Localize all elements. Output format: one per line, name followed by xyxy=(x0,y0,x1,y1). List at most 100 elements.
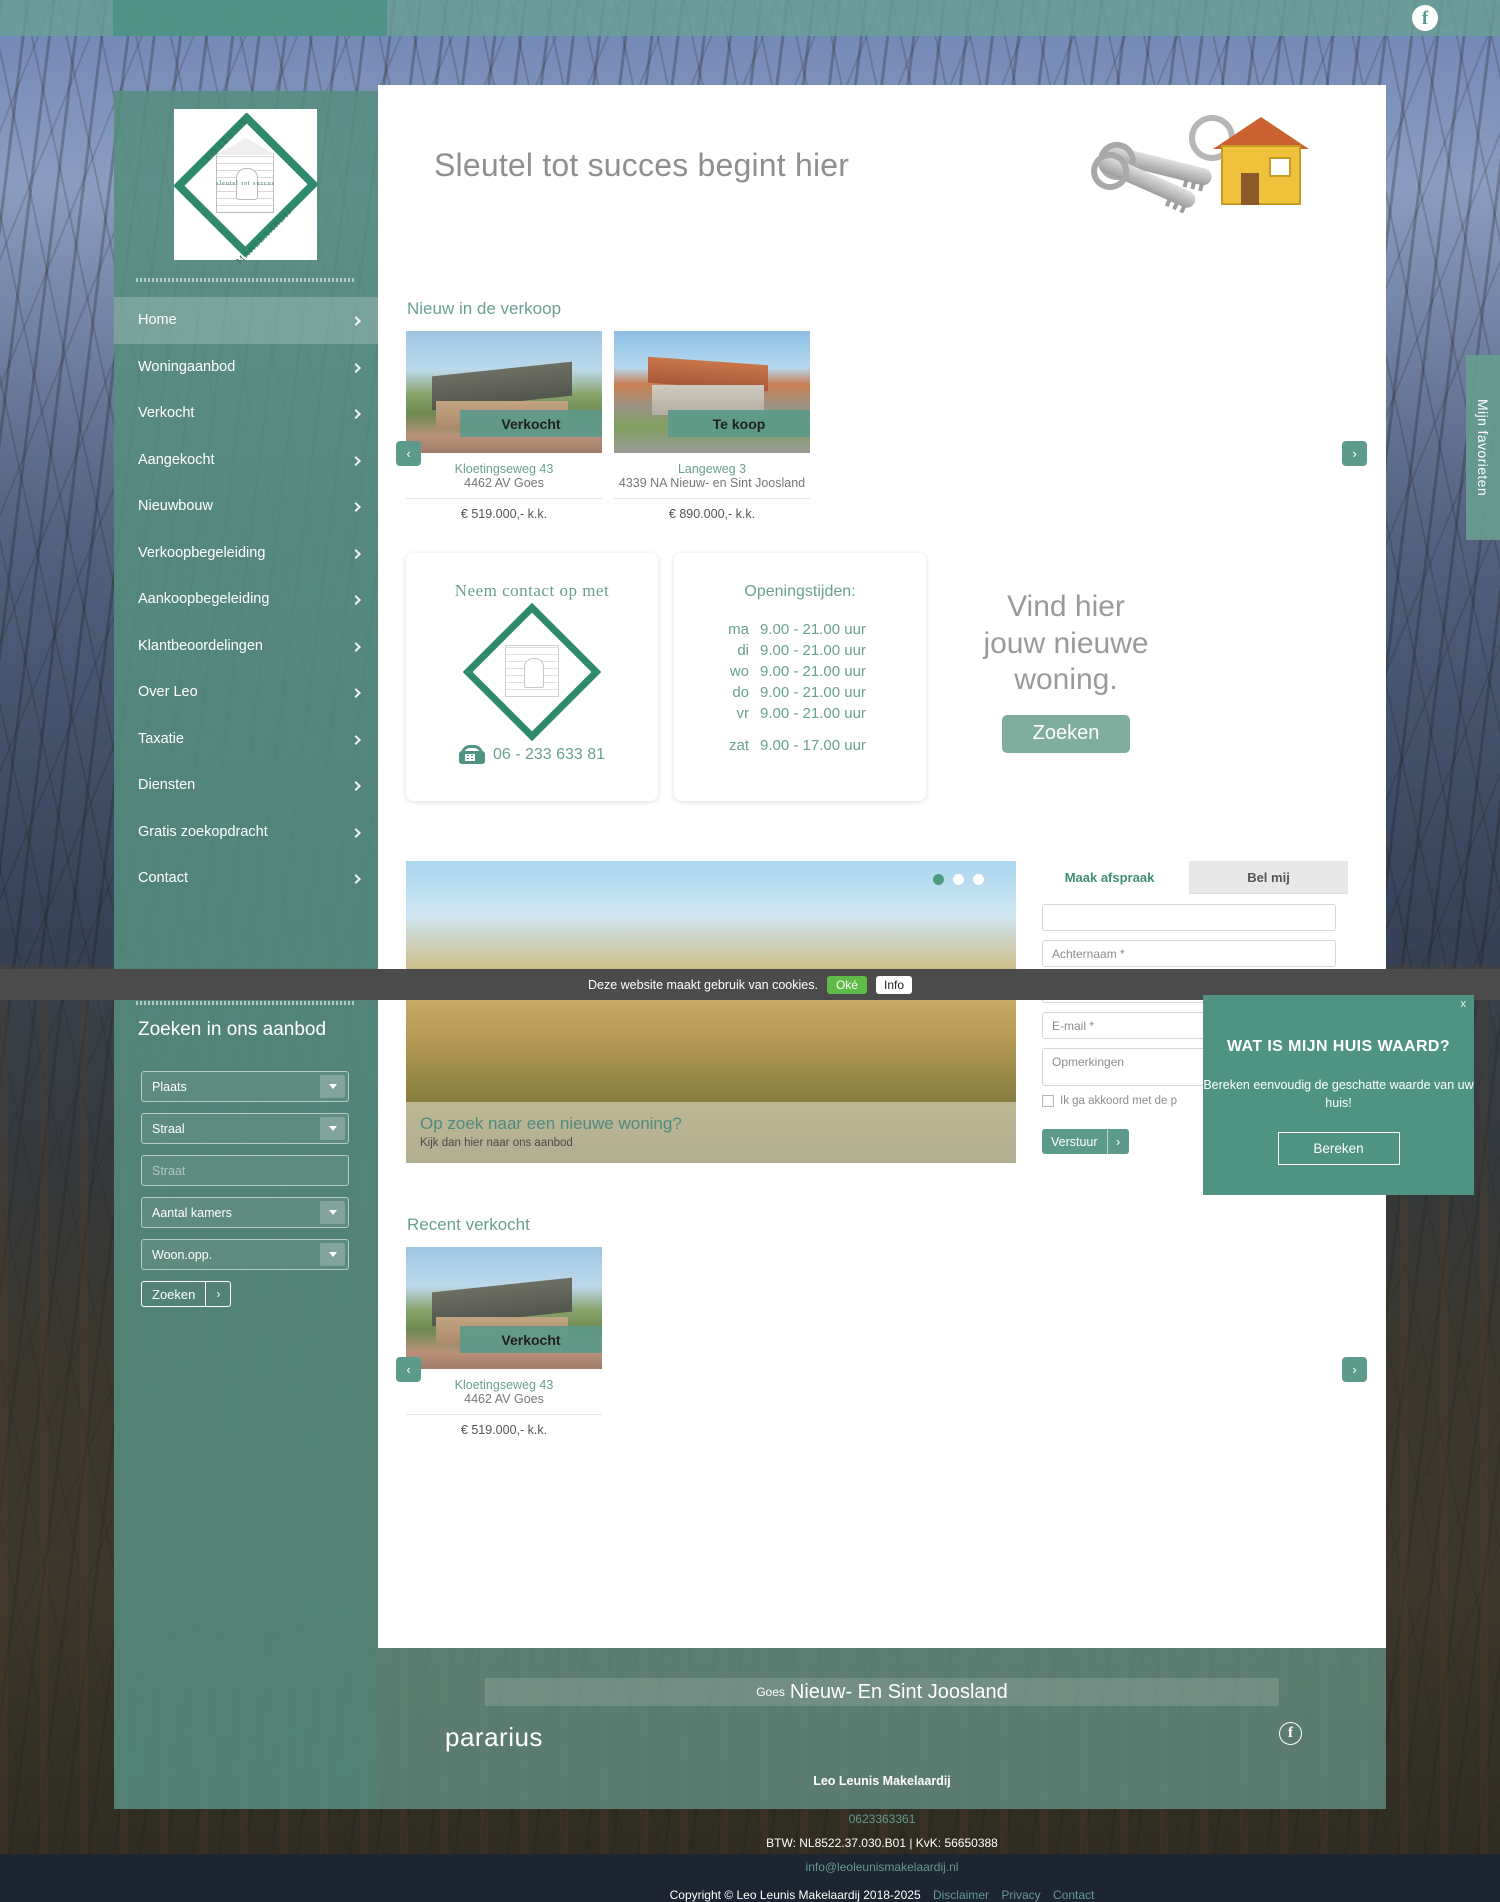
chevron-right-icon xyxy=(351,316,361,327)
find-home-search-button[interactable]: Zoeken xyxy=(1002,714,1130,753)
footer-copyright: Copyright © Leo Leunis Makelaardij 2018-… xyxy=(669,1888,921,1902)
recent-prev-button[interactable]: ‹ xyxy=(396,1357,421,1382)
chevron-right-icon: › xyxy=(1106,1129,1129,1154)
house-door-shape xyxy=(1241,173,1259,205)
property-zip: 4462 AV Goes xyxy=(406,1392,602,1415)
logo-mark xyxy=(462,602,602,742)
property-zip: 4462 AV Goes xyxy=(406,476,602,499)
recent-sold-cards: Verkocht Kloetingseweg 43 4462 AV Goes €… xyxy=(378,1247,1386,1437)
recent-sold-section: Recent verkocht Verkocht Kloetingseweg 4… xyxy=(378,1197,1386,1437)
logo-mark: LEO LEUNIS sleutel tot succes MAKELAARDI… xyxy=(172,111,319,266)
plaats-select[interactable]: Plaats xyxy=(141,1071,349,1102)
carousel-prev-button[interactable]: ‹ xyxy=(396,441,421,466)
privacy-checkbox[interactable] xyxy=(1042,1095,1054,1107)
property-price: € 519.000,- k.k. xyxy=(460,507,548,521)
tab-maak-afspraak[interactable]: Maak afspraak xyxy=(1030,861,1189,894)
footer-link-disclaimer[interactable]: Disclaimer xyxy=(933,1888,989,1902)
chevron-right-icon xyxy=(351,595,361,606)
sidebar-item-verkoopbegeleiding[interactable]: Verkoopbegeleiding xyxy=(114,530,378,577)
property-price: € 890.000,- k.k. xyxy=(668,507,756,521)
main-content: Sleutel tot succes begint hier Nieuw in … xyxy=(378,85,1386,1648)
footer-link-contact[interactable]: Contact xyxy=(1053,1888,1094,1902)
footer-email[interactable]: info@leoleunismakelaardij.nl xyxy=(378,1860,1386,1874)
sidebar-item-klantbeoordelingen[interactable]: Klantbeoordelingen xyxy=(114,623,378,670)
sidebar-search-submit-label: Zoeken xyxy=(152,1286,196,1302)
chevron-down-icon xyxy=(320,1243,345,1266)
promo-subtitle: Kijk dan hier naar ons aanbod xyxy=(420,1137,573,1149)
tab-bel-mij[interactable]: Bel mij xyxy=(1189,861,1348,894)
sidebar-item-aankoopbegeleiding[interactable]: Aankoopbegeleiding xyxy=(114,576,378,623)
hours-row: ma 9.00 - 21.00 uur xyxy=(724,621,926,638)
close-icon[interactable]: x xyxy=(1461,998,1467,1010)
favorites-tab[interactable]: Mijn favorieten xyxy=(1466,355,1500,540)
sidebar-item-diensten[interactable]: Diensten xyxy=(114,762,378,809)
footer-copyright-row: Copyright © Leo Leunis Makelaardij 2018-… xyxy=(378,1888,1386,1902)
contact-phone[interactable]: 06 - 233 633 81 xyxy=(406,745,658,764)
carousel-next-button[interactable]: › xyxy=(1342,441,1367,466)
sidebar-item-nieuwbouw[interactable]: Nieuwbouw xyxy=(114,483,378,530)
kamers-select[interactable]: Aantal kamers xyxy=(141,1197,349,1228)
chevron-right-icon xyxy=(351,874,361,885)
hours-row: di 9.00 - 21.00 uur xyxy=(724,642,926,659)
promo-dot[interactable] xyxy=(973,874,984,885)
cookie-info-button[interactable]: Info xyxy=(875,975,912,994)
value-popup-body: Bereken eenvoudig de geschatte waarde va… xyxy=(1203,1078,1474,1111)
sidebar-item-woningaanbod[interactable]: Woningaanbod xyxy=(114,344,378,391)
voornaam-field[interactable] xyxy=(1042,904,1336,931)
straal-select[interactable]: Straal xyxy=(141,1113,349,1144)
telephone-icon xyxy=(458,745,485,764)
verstuur-label: Verstuur xyxy=(1051,1134,1098,1149)
achternaam-field[interactable]: Achternaam * xyxy=(1042,940,1336,967)
pararius-logo[interactable]: pararius xyxy=(445,1722,543,1753)
cookie-text: Deze website maakt gebruik van cookies. xyxy=(587,977,818,992)
hours-time: 9.00 - 21.00 uur xyxy=(760,621,866,638)
sidebar-item-home[interactable]: Home xyxy=(114,297,378,344)
sidebar-item-label: Aangekocht xyxy=(138,451,215,468)
promo-dot-active[interactable] xyxy=(933,874,944,885)
sidebar-item-over-leo[interactable]: Over Leo xyxy=(114,669,378,716)
chevron-right-icon xyxy=(351,641,361,652)
hours-day: vr xyxy=(736,705,750,722)
property-photo: Verkocht xyxy=(406,331,602,453)
contact-panel-title: Neem contact op met xyxy=(454,581,610,600)
sidebar-search-submit[interactable]: Zoeken › xyxy=(141,1281,232,1307)
sidebar-item-taxatie[interactable]: Taxatie xyxy=(114,716,378,763)
email-placeholder: E-mail * xyxy=(1052,1018,1095,1033)
facebook-icon[interactable]: f xyxy=(1412,5,1438,31)
property-card[interactable]: Te koop Langeweg 3 4339 NA Nieuw- en Sin… xyxy=(614,331,810,521)
cookie-accept-button[interactable]: Oké xyxy=(826,975,867,994)
hours-row: vr 9.00 - 21.00 uur xyxy=(724,705,926,722)
straat-input[interactable]: Straat xyxy=(141,1155,349,1186)
form-tabs: Maak afspraak Bel mij xyxy=(1030,861,1348,894)
footer-city-small[interactable]: Goes xyxy=(756,1685,785,1699)
facebook-icon[interactable]: f xyxy=(1279,1722,1302,1745)
find-home-line2: jouw nieuwe xyxy=(983,626,1149,660)
find-home-heading: Vind hier jouw nieuwe woning. xyxy=(940,553,1192,699)
new-sale-title: Nieuw in de verkoop xyxy=(407,299,562,318)
sidebar-item-label: Contact xyxy=(138,870,188,887)
footer-phone[interactable]: 0623363361 xyxy=(378,1812,1386,1826)
property-card[interactable]: Verkocht Kloetingseweg 43 4462 AV Goes €… xyxy=(406,1247,602,1437)
chevron-down-icon xyxy=(320,1117,345,1140)
logo[interactable]: LEO LEUNIS sleutel tot succes MAKELAARDI… xyxy=(172,109,319,266)
new-sale-section: Nieuw in de verkoop Verkocht Kloetingsew… xyxy=(378,281,1386,521)
verstuur-button[interactable]: Verstuur › xyxy=(1042,1129,1129,1154)
promo-dot[interactable] xyxy=(953,874,964,885)
status-badge: Verkocht xyxy=(460,1326,602,1353)
sidebar-search-heading: Zoeken in ons aanbod xyxy=(138,1019,327,1040)
property-card[interactable]: Verkocht Kloetingseweg 43 4462 AV Goes €… xyxy=(406,331,602,521)
hero-banner: Sleutel tot succes begint hier xyxy=(378,85,1386,281)
sidebar-item-label: Home xyxy=(138,312,177,329)
footer-city-big[interactable]: Nieuw- En Sint Joosland xyxy=(790,1681,1008,1704)
sidebar-item-aangekocht[interactable]: Aangekocht xyxy=(114,437,378,484)
sidebar-item-contact[interactable]: Contact xyxy=(114,855,378,902)
bereken-button[interactable]: Bereken xyxy=(1277,1132,1400,1166)
footer-link-privacy[interactable]: Privacy xyxy=(1001,1888,1040,1902)
woonopp-select[interactable]: Woon.opp. xyxy=(141,1239,349,1270)
sidebar-item-verkocht[interactable]: Verkocht xyxy=(114,390,378,437)
promo-slider-dots[interactable] xyxy=(933,874,984,885)
chevron-right-icon xyxy=(351,688,361,699)
promo-banner[interactable]: Op zoek naar een nieuwe woning? Kijk dan… xyxy=(406,861,1016,1163)
sidebar-item-gratis-zoekopdracht[interactable]: Gratis zoekopdracht xyxy=(114,809,378,856)
recent-next-button[interactable]: › xyxy=(1342,1357,1367,1382)
